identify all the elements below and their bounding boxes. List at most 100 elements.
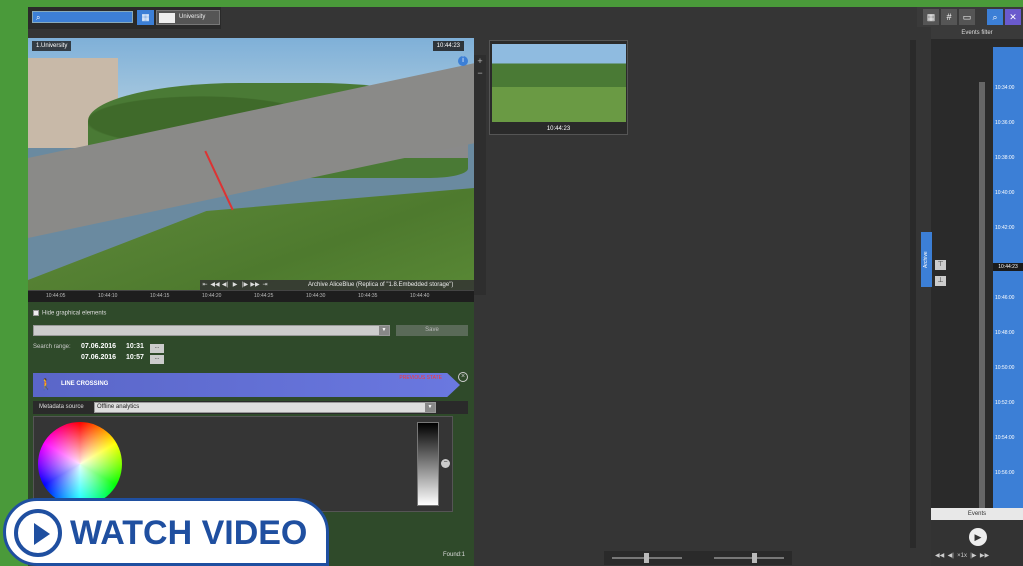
detector-status: PREVIOUS STATE [399,375,442,381]
timeline-tick: 10:56:00 [995,470,1015,476]
bottom-zoom-controls [604,551,792,565]
to-live-icon[interactable]: ⇥ [260,280,270,290]
timeline-tick: 10:44:30 [306,293,326,299]
search-range-label: Search range: [33,344,71,350]
metadata-source-row: Metadata source Offline analytics ▼ [33,401,468,414]
layouts-grid-button[interactable]: ▦ [137,10,154,25]
timeline-tick: 10:44:35 [358,293,378,299]
play-triangle-icon [34,523,50,545]
play-icon[interactable]: ▶ [230,280,240,290]
zoom-slider-knob[interactable] [752,553,757,563]
query-dropdown[interactable]: ▼ [33,325,390,336]
archive-step-controls: ◀◀ ◀| ×1x |▶ ▶▶ [935,552,989,559]
info-icon[interactable]: i [458,56,468,66]
layout-tab-label: University [179,14,206,20]
step-forward-icon[interactable]: |▶ [970,553,976,559]
fast-forward-icon[interactable]: ▶▶ [980,553,989,559]
zoom-out-icon[interactable]: − [474,67,486,79]
brightness-bar[interactable] [417,422,439,506]
metadata-source-select[interactable]: Offline analytics ▼ [94,402,436,413]
range-from-picker-button[interactable]: ... [150,344,164,353]
hash-icon[interactable]: # [941,9,957,25]
result-thumbnail[interactable]: 10:44:23 [489,40,628,135]
grid-view-icon[interactable]: ▦ [923,9,939,25]
search-input[interactable]: ⌕ [32,11,133,23]
playback-bar: ⇤ ◀◀ ◀| ▶ |▶ ▶▶ ⇥ Archive AliceBlue (Replica o… [200,280,474,290]
timeline-tick: 10:50:00 [995,365,1015,371]
timeline-tick: 10:54:00 [995,435,1015,441]
timeline-tick: 10:52:00 [995,400,1015,406]
chevron-down-icon: ▼ [379,326,389,335]
mark-end-icon[interactable]: ⊥ [935,276,946,286]
metadata-source-value: Offline analytics [97,404,140,410]
walking-person-icon: 🚶 [39,379,53,391]
play-circle-icon [14,509,62,557]
camera-time: 10:44:23 [432,41,464,51]
thumbnail-time: 10:44:23 [546,126,571,132]
events-bar[interactable]: Events [931,508,1023,520]
minus-icon[interactable]: − [441,459,450,468]
metadata-source-label: Metadata source [39,404,84,410]
timeline-tick: 10:48:00 [995,330,1015,336]
archive-timeline[interactable]: 10:34:00 10:36:00 10:38:00 10:40:00 10:4… [993,47,1023,527]
tools-icon[interactable]: ✕ [1005,9,1021,25]
camera-timeline[interactable]: 10:44:05 10:44:10 10:44:15 10:44:20 10:4… [28,290,474,302]
chevron-down-icon: ▼ [425,403,435,412]
color-wheel-overlay [38,422,122,506]
camera-title: 1.University [32,41,72,51]
rewind-icon[interactable]: ◀◀ [935,553,944,559]
step-back-icon[interactable]: ◀| [220,280,230,290]
rewind-icon[interactable]: ◀◀ [210,280,220,290]
timeline-tick: 10:36:00 [995,120,1015,126]
timeline-tick: 10:44:20 [202,293,222,299]
archive-tab[interactable]: Archive [921,232,932,287]
line-crossing-header[interactable]: 🚶 LINE CROSSING PREVIOUS STATE [33,373,460,397]
layout-tab-university[interactable]: University [156,10,220,25]
timeline-ruler: 10:34:00 10:36:00 10:38:00 10:40:00 10:4… [993,47,1023,527]
range-to-date[interactable]: 07.06.2016 [81,354,116,361]
mark-start-icon[interactable]: ⊤ [935,260,946,270]
zoom-in-icon[interactable]: + [474,55,486,67]
save-button[interactable]: Save [396,325,468,336]
results-scrollbar[interactable] [910,40,916,548]
zoom-slider-track[interactable] [714,557,784,559]
thumbnail-image [492,44,626,122]
speed-label[interactable]: ×1x [957,553,967,559]
found-count: Found:1 [443,552,466,558]
size-slider-knob[interactable] [644,553,649,563]
watch-video-banner[interactable]: WATCH VIDEO [3,498,329,566]
timeline-tick: 10:44:40 [410,293,430,299]
play-icon[interactable]: ▶ [969,528,987,546]
step-forward-icon[interactable]: |▶ [240,280,250,290]
timeline-tick: 10:34:00 [995,85,1015,91]
search-icon[interactable]: ⌕ [987,9,1003,25]
search-icon: ⌕ [36,13,41,22]
archive-label: Archive AliceBlue (Replica of "1.8.Embed… [308,282,454,288]
timeline-tick: 10:46:00 [995,295,1015,301]
hide-graphical-checkbox[interactable] [33,310,39,316]
events-scrollbar[interactable] [979,82,985,532]
step-back-icon[interactable]: ◀| [948,553,954,559]
events-filter-header[interactable]: Events filter [931,27,1023,39]
camera-view[interactable]: 1.University 10:44:23 i [28,38,474,300]
range-to-time[interactable]: 10:57 [126,354,144,361]
layout-thumbnail [159,13,175,23]
timeline-tick: 10:44:05 [46,293,66,299]
range-to-picker-button[interactable]: ... [150,355,164,364]
fast-forward-icon[interactable]: ▶▶ [250,280,260,290]
archive-player-controls: ▶ ◀◀ ◀| ×1x |▶ ▶▶ [931,520,1023,566]
timeline-tick: 10:44:10 [98,293,118,299]
close-icon[interactable]: × [458,372,468,382]
timeline-current-time: 10:44:23 [993,263,1023,271]
window-icon[interactable]: ▭ [959,9,975,25]
top-right-toolbar: ▦ # ▭ ⌕ ✕ [917,7,1023,27]
export-icon[interactable]: ⇤ [200,280,210,290]
hide-graphical-label: Hide graphical elements [42,310,107,317]
camera-side-controls: + − [474,55,486,295]
range-from-date[interactable]: 07.06.2016 [81,343,116,350]
timeline-tick: 10:44:25 [254,293,274,299]
color-wheel[interactable] [38,422,122,506]
range-from-time[interactable]: 10:31 [126,343,144,350]
hide-graphical-elements-row[interactable]: Hide graphical elements [33,310,106,317]
events-panel: Events filter 10:34:00 10:36:00 10:38:00… [931,27,1023,566]
